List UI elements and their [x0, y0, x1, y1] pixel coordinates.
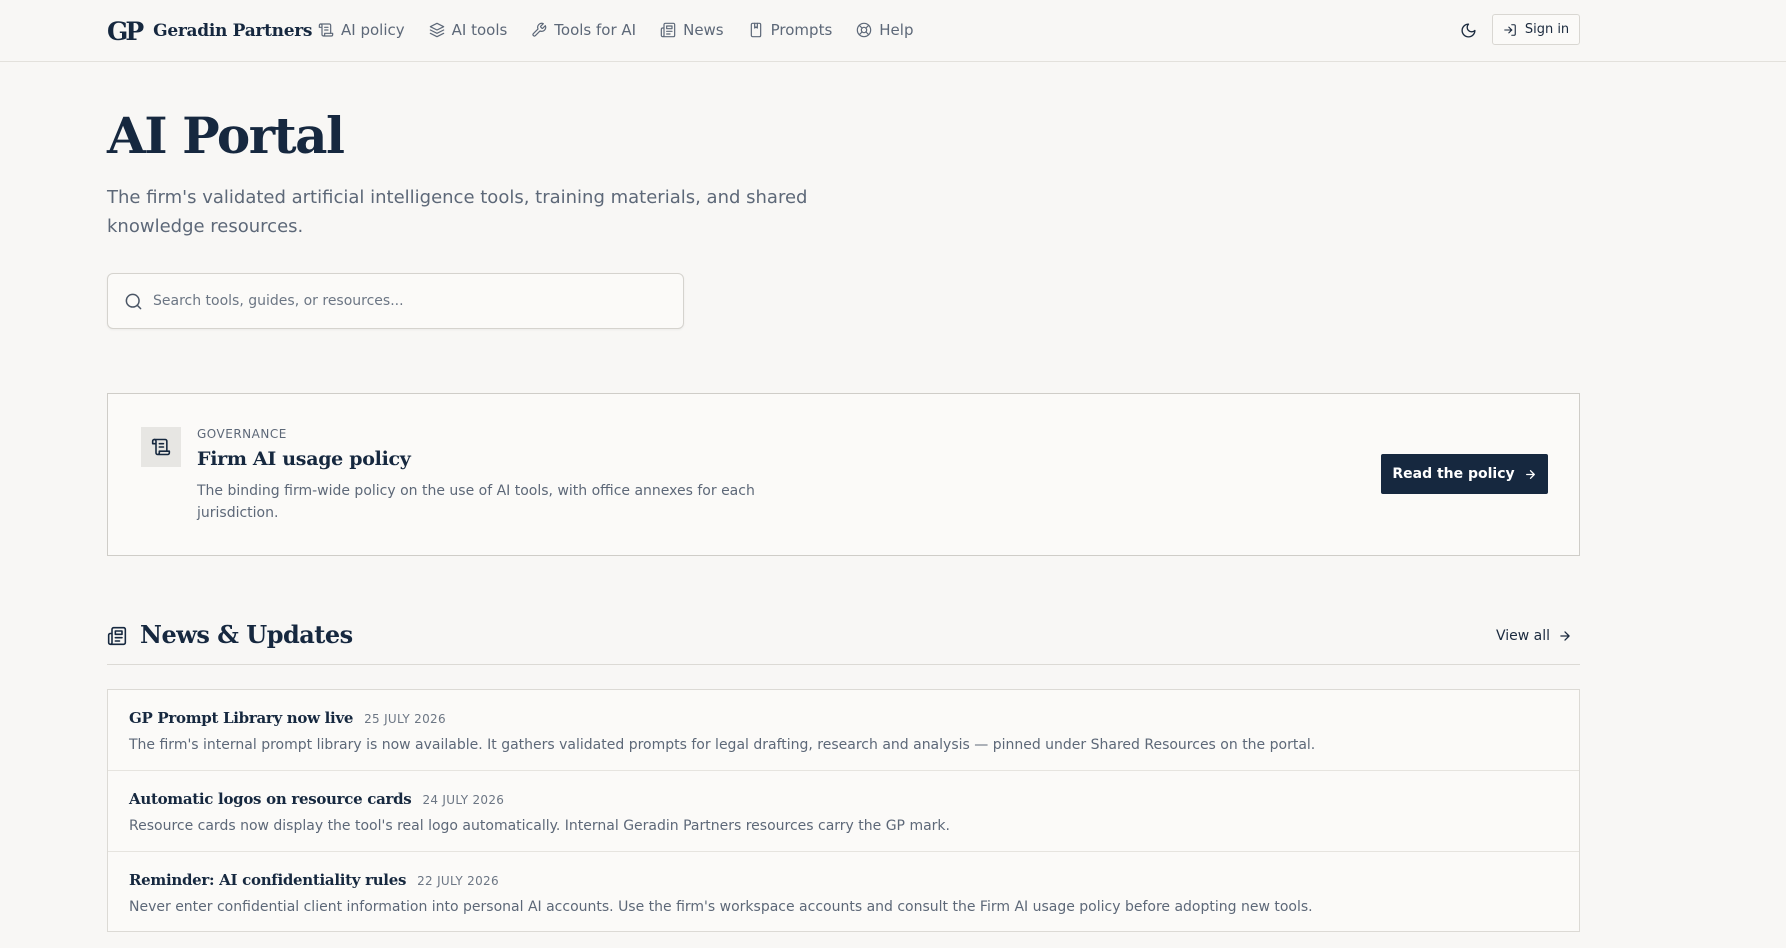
- brand-logo[interactable]: GP Geradin Partners: [107, 16, 313, 46]
- news-item[interactable]: Automatic logos on resource cards 24 JUL…: [108, 771, 1579, 852]
- newspaper-icon: [660, 22, 676, 38]
- lifebuoy-icon: [857, 22, 872, 38]
- news-item-title: Reminder: AI confidentiality rules: [129, 871, 407, 889]
- sign-in-button[interactable]: Sign in: [1492, 14, 1580, 45]
- news-item-heading: Reminder: AI confidentiality rules 22 JU…: [129, 871, 499, 889]
- policy-title: Firm AI usage policy: [197, 448, 411, 470]
- nav-item-prompts[interactable]: Prompts: [748, 21, 833, 39]
- nav-label: Help: [879, 21, 914, 39]
- policy-category: GOVERNANCE: [197, 427, 287, 441]
- news-item-title: Automatic logos on resource cards: [129, 790, 412, 808]
- news-item-date: 24 JULY 2026: [422, 793, 505, 807]
- nav-item-ai-policy[interactable]: AI policy: [318, 21, 405, 39]
- news-item-date: 22 JULY 2026: [417, 874, 499, 888]
- news-item-body: Never enter confidential client informat…: [129, 899, 1313, 915]
- search-input[interactable]: [153, 293, 673, 309]
- nav-item-news[interactable]: News: [660, 21, 724, 39]
- news-item-heading: GP Prompt Library now live 25 JULY 2026: [129, 709, 446, 727]
- read-policy-label: Read the policy: [1392, 466, 1515, 482]
- nav-label: AI policy: [341, 21, 405, 39]
- policy-icon-tile: [141, 427, 181, 467]
- arrow-right-icon: [1560, 631, 1570, 641]
- section-divider: [107, 664, 1580, 665]
- policy-description: The binding firm-wide policy on the use …: [197, 483, 755, 521]
- search-box: [107, 273, 684, 329]
- wrench-icon: [532, 22, 547, 37]
- moon-icon: [1460, 22, 1476, 38]
- top-navigation-bar: GP Geradin Partners AI policy AI tools T…: [0, 0, 1786, 62]
- nav-label: Tools for AI: [554, 21, 637, 39]
- scroll-icon: [151, 438, 171, 456]
- bookmark-book-icon: [750, 22, 761, 38]
- view-all-news-link[interactable]: View all: [1496, 626, 1572, 646]
- nav-label: Prompts: [770, 21, 833, 39]
- read-policy-button[interactable]: Read the policy: [1381, 454, 1548, 494]
- news-item-title: GP Prompt Library now live: [129, 709, 354, 727]
- nav-item-help[interactable]: Help: [856, 21, 913, 39]
- news-section-title: News & Updates: [140, 620, 353, 649]
- news-item-body: The firm's internal prompt library is no…: [129, 737, 1316, 753]
- news-item[interactable]: Reminder: AI confidentiality rules 22 JU…: [108, 852, 1579, 933]
- view-all-label: View all: [1496, 628, 1551, 644]
- newspaper-icon: [107, 626, 127, 646]
- nav-label: AI tools: [451, 21, 508, 39]
- search-icon: [125, 293, 142, 309]
- news-item-date: 25 JULY 2026: [364, 712, 446, 726]
- news-item-heading: Automatic logos on resource cards 24 JUL…: [129, 790, 504, 808]
- policy-card: GOVERNANCE Firm AI usage policy The bind…: [107, 393, 1580, 556]
- news-item-body: Resource cards now display the tool's re…: [129, 818, 950, 834]
- nav-item-tools-for-ai[interactable]: Tools for AI: [531, 21, 636, 39]
- page-title: AI Portal: [107, 106, 345, 165]
- news-item[interactable]: GP Prompt Library now live 25 JULY 2026 …: [108, 690, 1579, 771]
- brand-name: Geradin Partners: [153, 21, 313, 41]
- gp-logo-mark: GP: [107, 16, 144, 46]
- arrow-right-icon: [1525, 469, 1535, 479]
- news-list: GP Prompt Library now live 25 JULY 2026 …: [107, 689, 1580, 932]
- theme-toggle-button[interactable]: [1455, 17, 1481, 43]
- nav-label: News: [683, 21, 724, 39]
- log-in-icon: [1504, 23, 1516, 36]
- scroll-icon: [318, 23, 334, 37]
- main-nav: AI policy AI tools Tools for AI News Pro…: [318, 18, 937, 42]
- nav-item-ai-tools[interactable]: AI tools: [429, 21, 508, 39]
- page-subtitle: The firm's validated artificial intellig…: [107, 187, 808, 237]
- layers-icon: [429, 22, 444, 38]
- sign-in-label: Sign in: [1524, 22, 1570, 37]
